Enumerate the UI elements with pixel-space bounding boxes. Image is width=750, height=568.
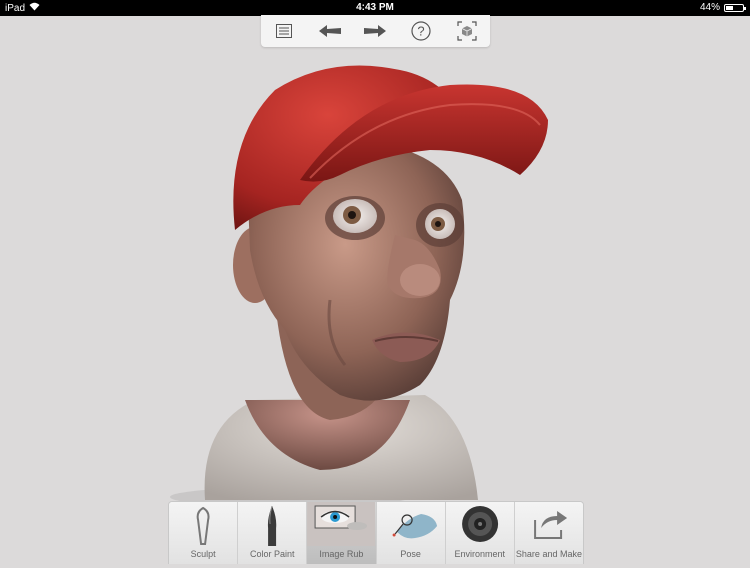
tool-share-and-make[interactable]: Share and Make [514,502,583,564]
tool-color-paint-label: Color Paint [249,549,295,559]
battery-percent: 44% [699,2,720,13]
tool-sculpt[interactable]: Sculpt [169,502,239,564]
tool-share-and-make-label: Share and Make [515,549,582,559]
undo-arrow-icon[interactable] [314,17,346,45]
list-icon[interactable] [268,17,300,45]
status-bar: iPad 4:43 PM 44% [0,0,750,16]
tool-color-paint[interactable]: Color Paint [238,502,308,564]
environment-sphere-icon [461,506,498,542]
frame-cube-icon[interactable] [451,17,483,45]
tool-pose-label: Pose [400,549,421,559]
help-glyph: ? [418,24,425,39]
help-icon[interactable]: ? [405,17,437,45]
status-time: 4:43 PM [356,2,394,13]
paint-brush-icon [268,505,277,546]
share-arrow-icon [533,511,567,539]
tool-sculpt-label: Sculpt [190,549,216,559]
sculpt-tool-icon [196,506,210,545]
pose-hand-icon [392,514,437,539]
sculpted-head-model[interactable] [0,16,750,563]
redo-arrow-icon[interactable] [359,17,391,45]
tool-image-rub-label: Image Rub [319,549,364,559]
sculpt-viewport[interactable] [0,16,750,563]
tool-environment-label: Environment [454,549,506,559]
eye-photo-icon [307,502,376,546]
tool-pose[interactable]: Pose [376,502,446,564]
battery-icon [724,3,746,12]
top-toolbar: ? [261,15,490,47]
tool-environment[interactable]: Environment [445,502,515,564]
tool-palette: Sculpt Color Paint Image Rub Pose Enviro… [168,501,584,564]
tool-image-rub[interactable]: Image Rub [307,502,377,564]
